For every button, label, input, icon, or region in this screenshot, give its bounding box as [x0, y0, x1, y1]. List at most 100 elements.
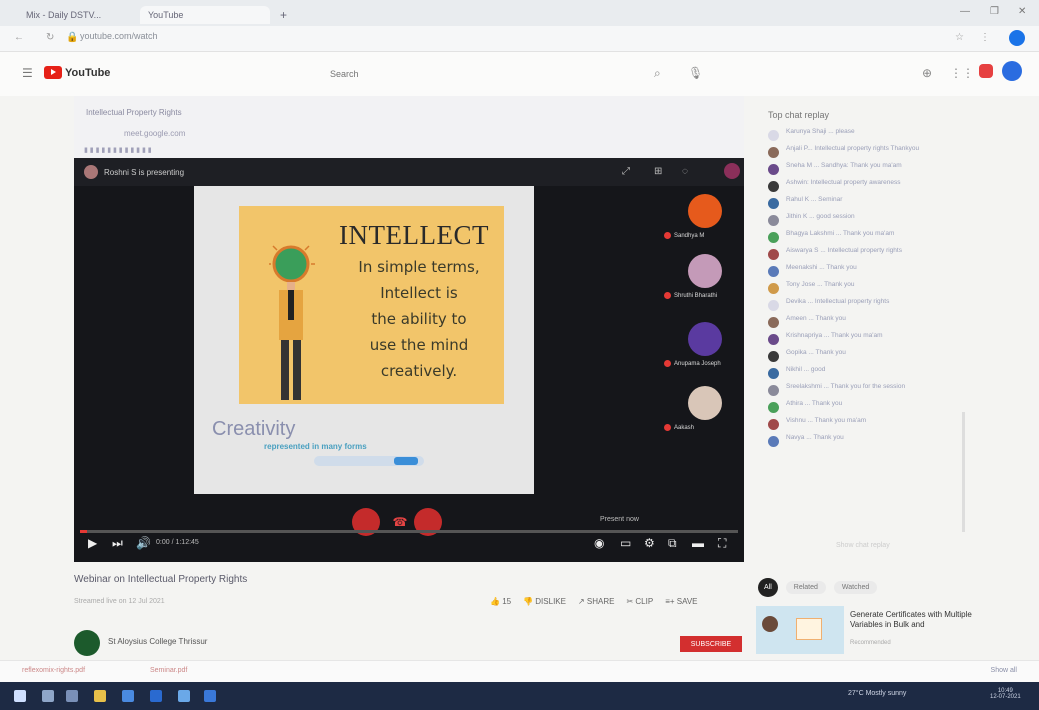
start-icon[interactable] — [14, 690, 26, 702]
mic-off-icon — [664, 292, 671, 299]
close-icon[interactable]: ✕ — [1018, 6, 1026, 17]
browser-tab-2[interactable]: YouTube — [140, 6, 270, 24]
thumbnail-certificate-icon — [796, 618, 822, 640]
search-taskbar-icon[interactable] — [42, 690, 54, 702]
chat-scrollbar[interactable] — [962, 412, 965, 532]
search-icon[interactable]: ⌕ — [654, 66, 661, 81]
apps-icon[interactable]: ⋮⋮ — [950, 66, 974, 80]
chip-related[interactable]: Related — [785, 581, 826, 594]
recommended-thumbnail[interactable] — [756, 606, 844, 654]
chat-avatar — [768, 419, 779, 430]
miniplayer-icon[interactable]: ⧉ — [668, 536, 677, 551]
clip-button[interactable]: ✂ CLIP — [626, 597, 653, 606]
mic-icon[interactable]: 🎙 — [688, 66, 703, 80]
chat-text: Aiswarya S ... Intellectual property rig… — [786, 247, 902, 254]
channel-avatar[interactable] — [74, 630, 100, 656]
search-input[interactable] — [330, 62, 630, 86]
volume-icon[interactable]: 🔊 — [136, 536, 151, 550]
subscribe-button[interactable]: SUBSCRIBE — [680, 636, 742, 652]
end-call-icon[interactable]: ☎ — [390, 512, 410, 532]
chat-text: Tony Jose ... Thank you — [786, 281, 855, 288]
present-now-label[interactable]: Present now — [600, 516, 639, 523]
show-chat-button[interactable]: Show chat replay — [836, 542, 890, 549]
star-icon[interactable]: ☆ — [955, 32, 964, 43]
new-tab-button[interactable]: + — [280, 8, 287, 22]
recommended-title[interactable]: Generate Certificates with Multiple Vari… — [850, 610, 990, 631]
participant-tile: Sandhya M — [664, 194, 734, 239]
store-icon[interactable] — [122, 690, 134, 702]
chat-avatar — [768, 402, 779, 413]
channel-name[interactable]: St Aloysius College Thrissur — [108, 637, 207, 646]
browser-tab-bar: Mix - Daily DSTV... YouTube + — ❐ ✕ — [0, 0, 1039, 26]
play-icon[interactable]: ▶ — [88, 536, 97, 550]
chat-text: Jithin K ... good session — [786, 213, 855, 220]
extensions-icon[interactable]: ⋮ — [980, 32, 990, 43]
recommendation-chips: All Related Watched — [758, 578, 878, 597]
chat-text: Vishnu ... Thank you ma'am — [786, 417, 867, 424]
chip-watched[interactable]: Watched — [833, 581, 878, 594]
participant-avatar — [688, 386, 722, 420]
account-avatar[interactable] — [1002, 61, 1022, 81]
chat-message: Navya ... Thank you — [768, 434, 968, 447]
show-all-downloads[interactable]: Show all — [991, 667, 1017, 674]
minimize-icon[interactable]: — — [960, 6, 970, 17]
weather-widget[interactable]: 27°C Mostly sunny — [848, 690, 906, 697]
slide-subtitle: Creativity — [212, 418, 296, 440]
back-icon[interactable]: ← — [14, 32, 24, 43]
chat-message: Devika ... Intellectual property rights — [768, 298, 968, 311]
slide-input-bar — [314, 456, 424, 466]
edge-icon[interactable] — [150, 690, 162, 702]
reload-icon[interactable]: ↻ — [46, 32, 54, 43]
youtube-logo[interactable]: YouTube — [44, 66, 110, 79]
theater-icon[interactable]: ▬ — [692, 536, 704, 550]
url-text[interactable]: youtube.com/watch — [80, 31, 158, 41]
chat-text: Sreelakshmi ... Thank you for the sessio… — [786, 383, 906, 390]
chat-message: Sreelakshmi ... Thank you for the sessio… — [768, 383, 968, 396]
slide-caption: represented in many forms — [264, 442, 367, 451]
chat-message: Karunya Shaji ... please — [768, 128, 968, 141]
chat-header[interactable]: Top chat replay — [768, 110, 829, 120]
maximize-icon[interactable]: ❐ — [990, 6, 999, 17]
chat-message: Nikhil ... good — [768, 366, 968, 379]
save-button[interactable]: ≡+ SAVE — [665, 597, 697, 606]
download-item[interactable]: reflexomix-rights.pdf — [22, 667, 85, 674]
file-explorer-icon[interactable] — [94, 690, 106, 702]
chrome-icon[interactable] — [178, 690, 190, 702]
chat-text: Karunya Shaji ... please — [786, 128, 855, 135]
subtitles-icon[interactable]: ▭ — [620, 536, 631, 550]
dislike-button[interactable]: 👎 DISLIKE — [523, 597, 566, 606]
chat-avatar — [768, 164, 779, 175]
word-icon[interactable] — [204, 690, 216, 702]
video-player[interactable]: Intellectual Property Rights meet.google… — [74, 96, 744, 562]
slide-line-3: the ability to — [371, 310, 467, 328]
like-button[interactable]: 👍 15 — [490, 597, 511, 606]
autoplay-toggle-icon[interactable]: ◉ — [594, 536, 604, 550]
fullscreen-icon[interactable]: ⛶ — [718, 536, 726, 551]
mic-off-icon — [664, 360, 671, 367]
chat-avatar — [768, 147, 779, 158]
chat-avatar — [768, 351, 779, 362]
task-view-icon[interactable] — [66, 690, 78, 702]
notifications-icon[interactable] — [979, 64, 993, 78]
presenter-avatar — [84, 165, 98, 179]
create-icon[interactable]: ⊕ — [922, 66, 932, 80]
chat-avatar — [768, 334, 779, 345]
thumbnail-face — [762, 616, 778, 632]
video-progress-bar[interactable] — [80, 530, 738, 533]
participant-avatar — [688, 254, 722, 288]
pin-icon[interactable]: ⊞ — [654, 166, 662, 177]
chip-all[interactable]: All — [758, 578, 778, 597]
participant-tile: Aakash — [664, 386, 734, 431]
system-clock[interactable]: 10:49 12-07-2021 — [990, 688, 1021, 700]
chat-bubble-icon[interactable]: ◌ — [682, 166, 688, 177]
browser-profile-avatar[interactable] — [1009, 30, 1025, 46]
layout-icon[interactable]: ⤢ — [622, 166, 630, 177]
share-button[interactable]: ↗ SHARE — [578, 597, 615, 606]
next-icon[interactable]: ⏭ — [112, 536, 123, 551]
menu-icon[interactable]: ☰ — [22, 66, 33, 80]
download-item[interactable]: Seminar.pdf — [150, 667, 187, 674]
chat-text: Rahul K ... Seminar — [786, 196, 843, 203]
settings-gear-icon[interactable]: ⚙ — [644, 536, 655, 550]
presenter-label: Roshni S is presenting — [84, 165, 184, 179]
browser-tab-1[interactable]: Mix - Daily DSTV... — [18, 6, 136, 24]
